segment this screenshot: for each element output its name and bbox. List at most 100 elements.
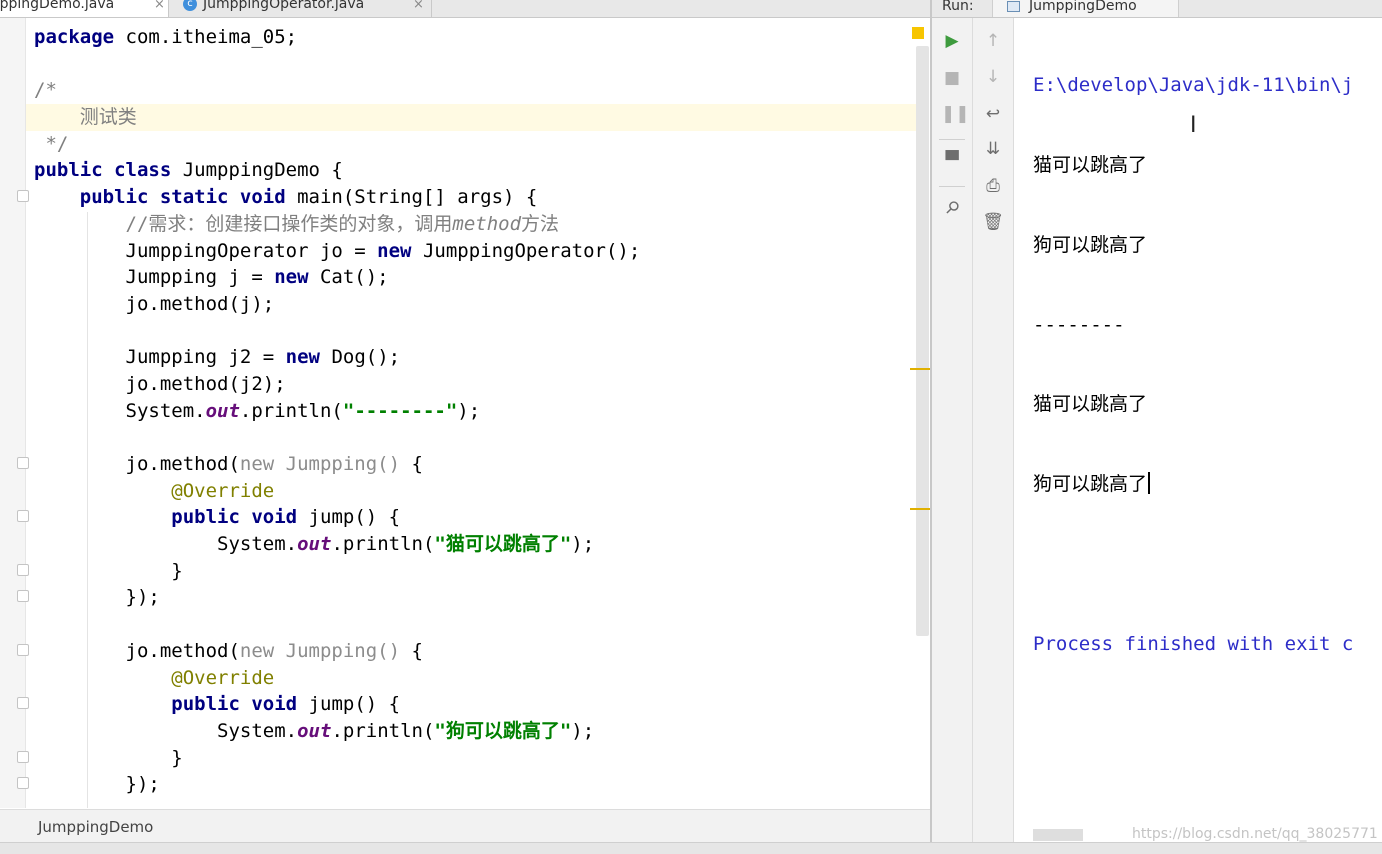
code-line[interactable]: jo.method(j2); xyxy=(34,371,640,398)
fold-marker-icon[interactable] xyxy=(17,457,29,469)
tab-label: mppingDemo.java xyxy=(0,0,115,12)
pause-icon[interactable]: ❚❚ xyxy=(941,103,970,125)
code-token: main(String[] args) { xyxy=(285,186,538,209)
code-token: jump() { xyxy=(297,506,401,529)
code-token: JumppingOperator(); xyxy=(411,239,641,262)
code-token: @Override xyxy=(171,479,275,502)
code-line[interactable] xyxy=(34,51,640,78)
print-icon[interactable]: ⎙ xyxy=(982,175,1004,197)
code-token: JumppingOperator jo = xyxy=(34,239,378,262)
code-line[interactable]: /* xyxy=(34,77,640,104)
soft-wrap-icon[interactable]: ↩ xyxy=(982,103,1004,125)
code-line[interactable]: package com.itheima_05; xyxy=(34,24,640,51)
code-token: public void xyxy=(171,506,298,529)
code-token: 测试类 xyxy=(34,106,137,129)
trash-icon[interactable]: 🗑 xyxy=(982,211,1004,233)
code-editor[interactable]: mppingDemo.java × c JumppingOperator.jav… xyxy=(0,0,930,853)
stop-icon[interactable]: ■ xyxy=(941,67,963,89)
fold-marker-icon[interactable] xyxy=(17,190,29,202)
console-line: Process finished with exit c xyxy=(1033,632,1354,655)
warning-marker[interactable] xyxy=(910,508,930,510)
code-line[interactable]: */ xyxy=(34,131,640,158)
fold-marker-icon[interactable] xyxy=(17,590,29,602)
code-line[interactable]: System.out.println("--------"); xyxy=(34,398,640,425)
run-toolbar-left: ▶ ■ ❚❚ ▀ ⚲ xyxy=(932,18,973,842)
run-toolbar-right: ↑ ↓ ↩ ⇊ ⎙ 🗑 xyxy=(973,18,1014,842)
code-token: ); xyxy=(571,719,595,742)
code-line[interactable]: jo.method(j); xyxy=(34,291,640,318)
code-line[interactable]: Jumpping j2 = new Dog(); xyxy=(34,344,640,371)
editor-tab-bar: mppingDemo.java × c JumppingOperator.jav… xyxy=(0,0,930,18)
warning-status-icon[interactable] xyxy=(912,27,924,39)
up-arrow-icon[interactable]: ↑ xyxy=(982,30,1004,52)
run-config-tab[interactable]: JumppingDemo xyxy=(992,0,1179,17)
close-icon[interactable]: × xyxy=(154,0,165,11)
fold-marker-icon[interactable] xyxy=(17,751,29,763)
run-tool-window: Run: JumppingDemo ▶ ■ ❚❚ ▀ ⚲ ↑ ↓ ↩ ⇊ ⎙ 🗑… xyxy=(930,0,1382,842)
code-token: out xyxy=(205,399,240,422)
code-line[interactable]: System.out.println("猫可以跳高了"); xyxy=(34,531,640,558)
code-line[interactable]: public void jump() { xyxy=(34,504,640,531)
code-line[interactable] xyxy=(34,611,640,638)
code-token: @Override xyxy=(171,666,275,689)
code-token: System. xyxy=(34,719,298,742)
code-line[interactable]: Jumpping j = new Cat(); xyxy=(34,264,640,291)
code-token: new Jumpping() xyxy=(239,453,412,475)
java-class-icon: c xyxy=(183,0,197,11)
breadcrumb-item[interactable]: JumppingDemo xyxy=(38,818,153,836)
code-line[interactable]: }); xyxy=(34,771,640,798)
layout-icon[interactable]: ▀ xyxy=(941,150,963,172)
close-icon[interactable]: × xyxy=(413,0,424,11)
code-line[interactable] xyxy=(34,318,640,345)
fold-marker-icon[interactable] xyxy=(17,777,29,789)
code-token: }); xyxy=(34,773,160,796)
code-token: "--------" xyxy=(342,399,458,422)
code-line[interactable]: @Override xyxy=(34,665,640,692)
toolbar-separator xyxy=(939,186,965,187)
code-line[interactable]: public static void main(String[] args) { xyxy=(34,184,640,211)
code-token: new xyxy=(274,266,309,289)
code-line[interactable] xyxy=(34,424,640,451)
fold-marker-icon[interactable] xyxy=(17,564,29,576)
code-line[interactable]: jo.method(new Jumpping() { xyxy=(34,638,640,665)
code-line[interactable]: JumppingOperator jo = new JumppingOperat… xyxy=(34,238,641,265)
code-token: .println( xyxy=(331,533,435,556)
code-token: jo.method(j2); xyxy=(34,372,286,395)
down-arrow-icon[interactable]: ↓ xyxy=(982,66,1004,88)
status-bar xyxy=(0,842,1382,854)
breadcrumb[interactable]: JumppingDemo xyxy=(0,809,930,843)
fold-marker-icon[interactable] xyxy=(17,644,29,656)
pin-icon[interactable]: ⚲ xyxy=(936,192,967,223)
tab-jumppingoperator-java[interactable]: c JumppingOperator.java × xyxy=(169,0,432,17)
tab-label: JumppingOperator.java xyxy=(203,0,365,12)
run-icon[interactable]: ▶ xyxy=(941,30,963,52)
console-line-with-caret[interactable]: 狗可以跳高了 xyxy=(1033,471,1353,498)
fold-marker-icon[interactable] xyxy=(17,697,29,709)
code-token: out xyxy=(297,533,332,556)
scroll-to-end-icon[interactable]: ⇊ xyxy=(982,138,1004,160)
code-line[interactable]: } xyxy=(34,745,640,772)
code-line[interactable]: public void jump() { xyxy=(34,691,640,718)
code-token: jo.method( xyxy=(34,639,240,662)
code-token: public class xyxy=(34,159,172,182)
code-line[interactable]: 测试类 xyxy=(34,104,640,131)
horizontal-scrollbar[interactable] xyxy=(1033,829,1083,841)
tab-jumppingdemo-java[interactable]: mppingDemo.java × xyxy=(0,0,169,17)
code-line[interactable]: System.out.println("狗可以跳高了"); xyxy=(34,718,640,745)
warning-marker[interactable] xyxy=(910,368,930,370)
fold-marker-icon[interactable] xyxy=(17,510,29,522)
code-line[interactable]: public class JumppingDemo { xyxy=(34,157,640,184)
code-line[interactable]: } xyxy=(34,558,640,585)
code-area[interactable]: package com.itheima_05; /* 测试类 */public c… xyxy=(34,24,640,798)
editor-gutter[interactable] xyxy=(0,18,29,808)
run-label: Run: xyxy=(942,0,974,14)
vertical-scrollbar[interactable] xyxy=(916,46,929,636)
code-token: { xyxy=(411,639,423,662)
code-line[interactable]: @Override xyxy=(34,478,640,505)
code-line[interactable]: //需求：创建接口操作类的对象，调用method方法 xyxy=(34,211,640,238)
code-line[interactable]: }); xyxy=(34,584,640,611)
code-line[interactable]: jo.method(new Jumpping() { xyxy=(34,451,640,478)
code-token: } xyxy=(34,559,183,582)
